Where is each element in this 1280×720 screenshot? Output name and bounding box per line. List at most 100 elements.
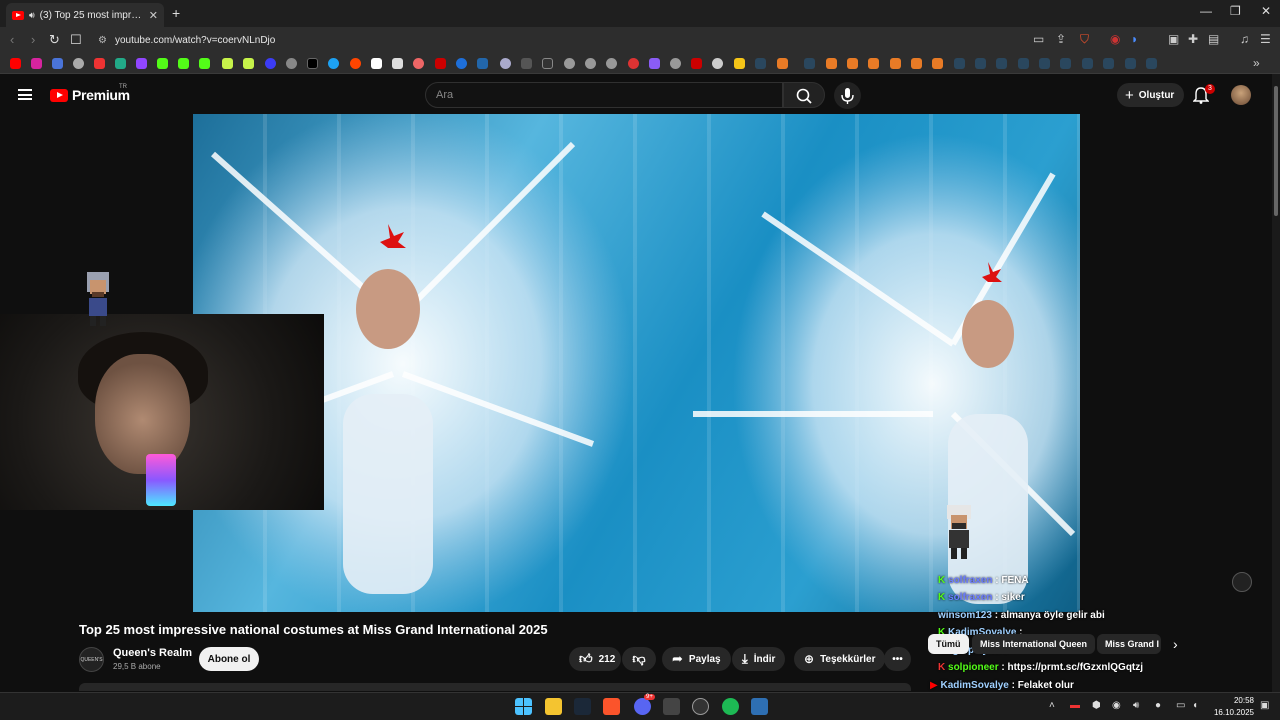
bookmark-icon[interactable] — [413, 58, 424, 69]
bookmark-icon[interactable] — [564, 58, 575, 69]
extension-audio-icon[interactable]: ◗ — [1131, 32, 1138, 46]
bookmark-x-icon[interactable] — [307, 58, 318, 69]
bookmark-steam-icon[interactable] — [1146, 58, 1157, 69]
bookmark-icon[interactable] — [826, 58, 837, 69]
app-icon[interactable] — [663, 698, 680, 715]
share-icon[interactable]: ⇪ — [1056, 32, 1066, 46]
bookmark-steam-icon[interactable] — [996, 58, 1007, 69]
cast-icon[interactable]: ▭ — [1033, 32, 1044, 46]
chip-all[interactable]: Tümü — [928, 634, 969, 654]
new-tab-button[interactable]: + — [172, 5, 180, 21]
bookmark-icon[interactable] — [542, 58, 553, 69]
search-button[interactable] — [783, 82, 825, 108]
bookmark-icon[interactable] — [52, 58, 63, 69]
bookmark-icon[interactable] — [712, 58, 723, 69]
bookmark-gmail-icon[interactable] — [94, 58, 105, 69]
media-icon[interactable]: ♫ — [1240, 32, 1249, 46]
bookmark-steam-icon[interactable] — [1125, 58, 1136, 69]
chip-miss-international-queen[interactable]: Miss International Queen — [972, 634, 1096, 654]
reload-icon[interactable]: ↻ — [49, 32, 60, 48]
bookmark-icon[interactable] — [521, 58, 532, 69]
bookmark-steam-icon[interactable] — [804, 58, 815, 69]
bookmark-reddit-icon[interactable] — [350, 58, 361, 69]
tray-network-icon[interactable]: ▭ — [1176, 700, 1185, 711]
tray-speaker-icon[interactable]: ◖ — [1192, 700, 1198, 711]
thanks-button[interactable]: ⊕ Teşekkürler — [794, 647, 886, 671]
bookmark-amazon-icon[interactable] — [392, 58, 403, 69]
bookmark-icon[interactable] — [222, 58, 233, 69]
bookmark-kick-icon[interactable] — [157, 58, 168, 69]
more-actions-button[interactable]: ••• — [884, 647, 911, 671]
bookmark-steam-icon[interactable] — [1039, 58, 1050, 69]
bookmark-icon[interactable] — [585, 58, 596, 69]
obs-icon[interactable] — [692, 698, 709, 715]
download-button[interactable]: ⤓ İndir — [732, 647, 786, 671]
voice-search-button[interactable] — [834, 82, 861, 109]
tray-mic-icon[interactable]: ● — [1155, 700, 1161, 711]
bookmark-icon[interactable] — [932, 58, 943, 69]
bookmark-steam-icon[interactable] — [954, 58, 965, 69]
spotify-icon[interactable] — [722, 698, 739, 715]
bookmark-steam-icon[interactable] — [755, 58, 766, 69]
create-button[interactable]: + Oluştur — [1117, 83, 1185, 107]
bookmark-icon[interactable] — [286, 58, 297, 69]
bookmark-twitch-icon[interactable] — [136, 58, 147, 69]
bookmark-steam-icon[interactable] — [1018, 58, 1029, 69]
bookmark-icon[interactable] — [371, 58, 382, 69]
address-bar[interactable]: ⚙ youtube.com/watch?v=coervNLnDjo — [94, 30, 1104, 50]
steam-icon[interactable] — [574, 698, 591, 715]
bookmark-icon[interactable] — [456, 58, 467, 69]
brave-browser-icon[interactable] — [603, 698, 620, 715]
notification-center-icon[interactable]: ▣ — [1260, 700, 1269, 711]
bookmark-icon[interactable] — [265, 58, 276, 69]
bookmark-icon[interactable] — [73, 58, 84, 69]
dislike-button[interactable]: 👎︎ — [622, 647, 656, 671]
search-input[interactable] — [426, 83, 766, 107]
hamburger-menu-icon[interactable] — [18, 89, 32, 100]
speaker-icon[interactable]: 🔊︎ — [29, 10, 35, 21]
bookmark-icon[interactable] — [649, 58, 660, 69]
bookmark-icon[interactable] — [243, 58, 254, 69]
youtube-logo[interactable]: Premium — [50, 87, 130, 103]
extension-icon[interactable]: ◉ — [1110, 32, 1120, 46]
browser-tab-active[interactable]: 🔊︎ (3) Top 25 most impressive national c… — [6, 3, 164, 27]
bookmark-icon[interactable] — [477, 58, 488, 69]
forward-icon[interactable]: › — [31, 32, 35, 47]
subscribe-button[interactable]: Abone ol — [199, 647, 259, 671]
bookmark-youtube-icon[interactable] — [10, 58, 21, 69]
bookmark-icon[interactable] — [911, 58, 922, 69]
bookmark-folder-icon[interactable] — [734, 58, 745, 69]
channel-name[interactable]: Queen's Realm — [113, 647, 192, 659]
tray-chevron-icon[interactable]: ˄ — [1049, 700, 1055, 711]
close-window-button[interactable]: ✕ — [1261, 4, 1271, 18]
bookmark-steam-icon[interactable] — [1060, 58, 1071, 69]
tray-app-icon[interactable]: ⬢ — [1092, 700, 1101, 711]
bookmark-icon[interactable] — [500, 58, 511, 69]
file-explorer-icon[interactable] — [545, 698, 562, 715]
taskbar-clock[interactable]: 20:58 16.10.2025 — [1212, 695, 1254, 719]
bookmark-instagram-icon[interactable] — [31, 58, 42, 69]
bookmark-icon[interactable] — [670, 58, 681, 69]
menu-icon[interactable]: ☰ — [1260, 32, 1271, 46]
bookmark-icon[interactable] — [628, 58, 639, 69]
app-icon[interactable] — [751, 698, 768, 715]
extensions-puzzle-icon[interactable]: ✚ — [1188, 32, 1198, 46]
bookmark-drive-icon[interactable] — [115, 58, 126, 69]
bookmark-icon[interactable]: ☐ — [70, 32, 82, 48]
channel-avatar[interactable]: QUEEN'S — [79, 647, 104, 672]
tray-app-icon[interactable]: ▬ — [1070, 700, 1080, 711]
channel-watermark-icon[interactable] — [1232, 572, 1252, 592]
bookmark-steam-icon[interactable] — [975, 58, 986, 69]
bookmark-steam-icon[interactable] — [1103, 58, 1114, 69]
share-button[interactable]: ➦ Paylaş — [662, 647, 731, 671]
bookmark-steam-icon[interactable] — [1082, 58, 1093, 69]
bookmark-icon[interactable] — [606, 58, 617, 69]
bookmark-icon[interactable] — [691, 58, 702, 69]
more-bookmarks-icon[interactable]: » — [1253, 56, 1260, 70]
sidebar-icon[interactable]: ▤ — [1208, 32, 1219, 46]
bookmark-icon[interactable] — [847, 58, 858, 69]
extension-icon[interactable]: ▣ — [1168, 32, 1179, 46]
bookmark-kick-icon[interactable] — [178, 58, 189, 69]
like-button[interactable]: 👍︎ 212 — [569, 647, 621, 671]
windows-start-icon[interactable] — [515, 698, 532, 715]
